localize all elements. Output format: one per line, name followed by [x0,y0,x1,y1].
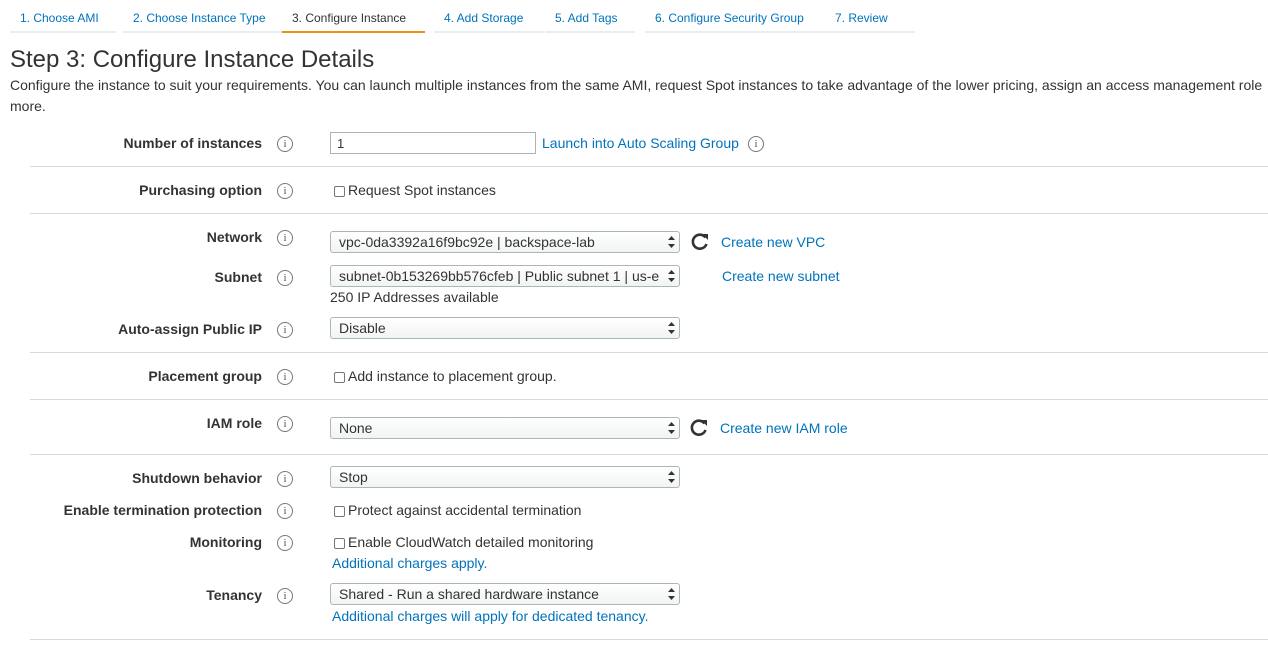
request-spot-label: Request Spot instances [348,182,496,198]
iam-role-select-value: None [339,420,373,436]
number-of-instances-input[interactable] [330,132,536,154]
page-description-more: more. [10,98,46,114]
subnet-select[interactable]: subnet-0b153269bb576cfeb | Public subnet… [330,265,680,287]
refresh-icon[interactable] [690,231,710,251]
tab-configure-instance[interactable]: 3. Configure Instance [282,4,425,33]
tenancy-select-value: Shared - Run a shared hardware instance [339,586,599,602]
create-new-subnet-link[interactable]: Create new subnet [722,268,840,284]
divider [30,213,1268,214]
tab-add-tags[interactable]: 5. Add Tags [545,4,635,33]
placement-group-label: Placement group [148,368,262,384]
monitoring-label: Monitoring [189,534,262,550]
cloudwatch-monitoring-checkbox[interactable] [334,538,345,549]
divider [30,166,1268,167]
select-arrows-icon [668,236,675,248]
subnet-select-value: subnet-0b153269bb576cfeb | Public subnet… [339,268,660,284]
additional-charges-link[interactable]: Additional charges apply. [332,555,487,571]
subnet-label: Subnet [214,269,262,285]
refresh-icon[interactable] [689,417,709,437]
info-icon[interactable]: i [277,322,293,338]
placement-group-checkbox[interactable] [334,372,345,383]
auto-assign-public-ip-label: Auto-assign Public IP [118,321,262,337]
create-new-vpc-link[interactable]: Create new VPC [721,234,825,250]
info-icon[interactable]: i [277,503,293,519]
network-label: Network [206,229,262,245]
auto-assign-public-ip-select[interactable]: Disable [330,317,680,339]
request-spot-checkbox[interactable] [334,186,345,197]
shutdown-behavior-select[interactable]: Stop [330,466,680,488]
launch-auto-scaling-link[interactable]: Launch into Auto Scaling Group [542,135,739,151]
tab-choose-instance-type[interactable]: 2. Choose Instance Type [123,4,282,33]
info-icon[interactable]: i [277,369,293,385]
divider [30,639,1268,640]
network-select[interactable]: vpc-0da3392a16f9bc92e | backspace-lab [330,231,680,253]
divider [30,399,1268,400]
info-icon[interactable]: i [277,136,293,152]
shutdown-behavior-label: Shutdown behavior [132,470,262,486]
tab-choose-ami[interactable]: 1. Choose AMI [10,4,116,33]
auto-assign-public-ip-value: Disable [339,320,386,336]
termination-protection-label: Enable termination protection [63,502,262,518]
iam-role-select[interactable]: None [330,417,680,439]
select-arrows-icon [668,588,675,600]
termination-protection-checkbox-label: Protect against accidental termination [348,502,582,518]
network-select-value: vpc-0da3392a16f9bc92e | backspace-lab [339,234,595,250]
info-icon[interactable]: i [277,588,293,604]
info-icon[interactable]: i [277,535,293,551]
termination-protection-checkbox[interactable] [334,506,345,517]
tab-add-storage[interactable]: 4. Add Storage [434,4,544,33]
subnet-ip-availability: 250 IP Addresses available [330,289,499,305]
purchasing-option-label: Purchasing option [139,182,262,198]
divider [30,454,1268,455]
cloudwatch-monitoring-checkbox-label: Enable CloudWatch detailed monitoring [348,534,594,550]
info-icon[interactable]: i [277,270,293,286]
info-icon[interactable]: i [277,416,293,432]
select-arrows-icon [668,471,675,483]
dedicated-tenancy-charges-link[interactable]: Additional charges will apply for dedica… [332,608,648,624]
info-icon[interactable]: i [748,136,764,152]
tenancy-label: Tenancy [206,587,262,603]
page-description: Configure the instance to suit your requ… [10,77,1263,93]
create-new-iam-role-link[interactable]: Create new IAM role [720,420,848,436]
page-title: Step 3: Configure Instance Details [10,46,375,73]
select-arrows-icon [668,270,675,282]
select-arrows-icon [668,422,675,434]
number-of-instances-label: Number of instances [123,135,262,151]
divider [30,352,1268,353]
tab-review[interactable]: 7. Review [825,4,915,33]
info-icon[interactable]: i [277,230,293,246]
tab-configure-security-group[interactable]: 6. Configure Security Group [645,4,825,33]
info-icon[interactable]: i [277,183,293,199]
placement-group-checkbox-label: Add instance to placement group. [348,368,557,384]
info-icon[interactable]: i [277,471,293,487]
iam-role-label: IAM role [206,415,262,431]
tenancy-select[interactable]: Shared - Run a shared hardware instance [330,583,680,605]
shutdown-behavior-value: Stop [339,469,368,485]
select-arrows-icon [668,322,675,334]
